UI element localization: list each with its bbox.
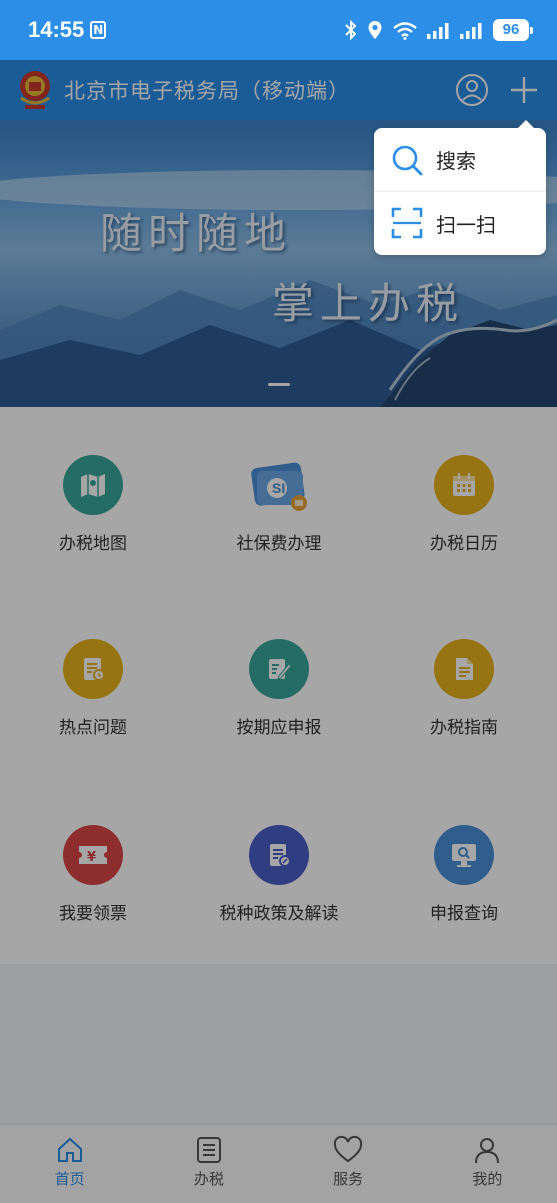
- map-icon: [63, 455, 123, 515]
- grid-item-social-security[interactable]: SI 社保费办理: [186, 455, 372, 585]
- calendar-icon: [434, 455, 494, 515]
- grid-label: 热点问题: [59, 718, 127, 738]
- grid-item-get-invoice[interactable]: ¥ 我要领票: [0, 825, 186, 955]
- grid-label: 申报查询: [430, 904, 498, 924]
- user-circle-icon[interactable]: [455, 73, 489, 107]
- location-icon: [368, 21, 382, 39]
- grid-item-periodic-declare[interactable]: 按期应申报: [186, 639, 372, 769]
- nav-item-mine[interactable]: 我的: [418, 1125, 557, 1203]
- signal-icon-2: [460, 23, 482, 39]
- hot-question-icon: [63, 639, 123, 699]
- search-icon: [392, 145, 423, 175]
- policy-document-icon: [249, 825, 309, 885]
- empty-area: [0, 964, 557, 1124]
- grid-item-tax-map[interactable]: 办税地图: [0, 455, 186, 585]
- service-grid: 办税地图 SI 社保费办理 办税日历 热点问题 按期应申报 办税指南 ¥ 我要领…: [0, 407, 557, 964]
- nav-label-mine: 我的: [472, 1170, 503, 1188]
- plus-popup-menu: 搜索 扫一扫: [374, 120, 546, 255]
- query-monitor-icon: [434, 825, 494, 885]
- grid-item-declare-query[interactable]: 申报查询: [371, 825, 557, 955]
- battery-indicator: 96: [493, 19, 533, 41]
- person-icon: [475, 1138, 500, 1164]
- grid-label: 办税地图: [59, 534, 127, 554]
- tax-emblem-icon: [20, 71, 50, 109]
- app-title: 北京市电子税务局（移动端）: [64, 79, 350, 103]
- declare-edit-icon: [249, 639, 309, 699]
- grid-label: 办税指南: [430, 718, 498, 738]
- grid-item-hot-questions[interactable]: 热点问题: [0, 639, 186, 769]
- grid-label: 按期应申报: [236, 718, 322, 738]
- nav-item-tax[interactable]: 办税: [139, 1125, 278, 1203]
- nav-label-tax: 办税: [193, 1170, 224, 1188]
- grid-item-tax-policy[interactable]: 税种政策及解读: [186, 825, 372, 955]
- menu-item-scan[interactable]: 扫一扫: [374, 191, 546, 254]
- menu-label-scan: 扫一扫: [436, 212, 496, 237]
- plus-icon[interactable]: [507, 73, 541, 107]
- signal-icon-1: [427, 23, 449, 39]
- bluetooth-icon: [345, 20, 357, 40]
- scan-icon: [391, 207, 423, 239]
- grid-label: 办税日历: [430, 534, 498, 554]
- grid-label: 社保费办理: [236, 534, 322, 554]
- app-header: 北京市电子税务局（移动端）: [0, 60, 557, 120]
- social-security-card-icon: SI: [249, 455, 309, 515]
- invoice-ticket-icon: ¥: [63, 825, 123, 885]
- nav-item-service[interactable]: 服务: [279, 1125, 418, 1203]
- nfc-badge: N: [90, 21, 107, 39]
- nav-label-service: 服务: [333, 1170, 364, 1188]
- banner-slogan-line2: 掌上办税: [272, 279, 465, 328]
- grid-item-tax-calendar[interactable]: 办税日历: [371, 455, 557, 585]
- home-icon: [57, 1137, 82, 1162]
- list-icon: [196, 1137, 221, 1163]
- nav-label-home: 首页: [54, 1170, 85, 1188]
- svg-text:SI: SI: [272, 480, 285, 496]
- menu-item-search[interactable]: 搜索: [374, 128, 546, 191]
- grid-label: 我要领票: [59, 904, 127, 924]
- guide-document-icon: [434, 639, 494, 699]
- heart-icon: [333, 1135, 363, 1163]
- banner-slogan-line1: 随时随地: [100, 209, 293, 258]
- menu-label-search: 搜索: [436, 149, 476, 173]
- status-time: 14:55: [28, 17, 85, 42]
- svg-text:¥: ¥: [87, 850, 96, 865]
- grid-item-tax-guide[interactable]: 办税指南: [371, 639, 557, 769]
- wifi-icon: [393, 22, 417, 40]
- bottom-nav: 首页 办税 服务 我的: [0, 1124, 557, 1203]
- carousel-indicator: [268, 383, 290, 386]
- status-bar: 14:55 N 96: [0, 0, 557, 60]
- nav-item-home[interactable]: 首页: [0, 1125, 139, 1203]
- grid-label: 税种政策及解读: [219, 904, 339, 924]
